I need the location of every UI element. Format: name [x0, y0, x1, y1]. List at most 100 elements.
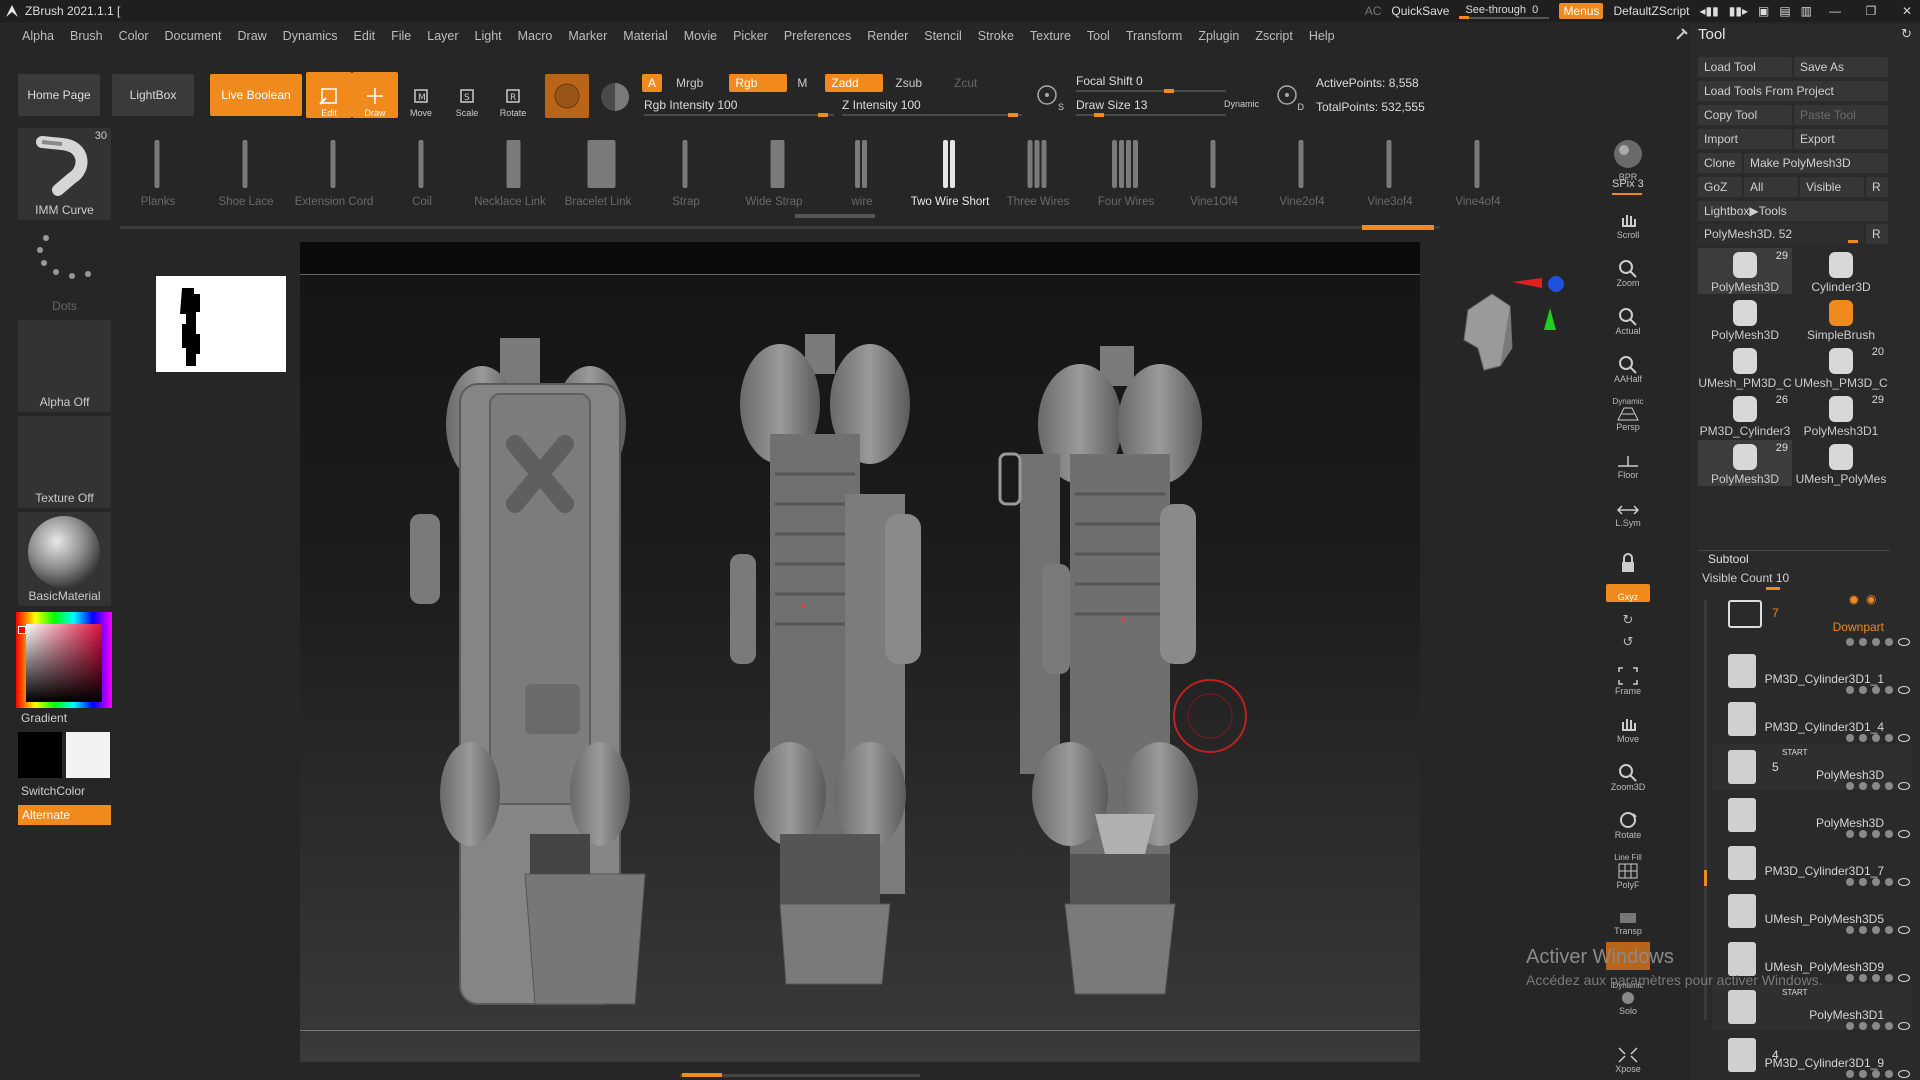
subtool-toggle-icon[interactable]: [1885, 1070, 1893, 1078]
tool-slider-r-button[interactable]: R: [1866, 224, 1888, 244]
zsub-toggle[interactable]: Zsub: [889, 74, 928, 92]
subtool-toggle-icon[interactable]: [1846, 1070, 1854, 1078]
primary-color-swatch[interactable]: [18, 732, 62, 778]
subtool-toggle-icon[interactable]: [1859, 974, 1867, 982]
brush-extension-cord[interactable]: Extension Cord: [291, 128, 377, 208]
menu-draw[interactable]: Draw: [230, 29, 275, 43]
load-tools-from-project-button[interactable]: Load Tools From Project: [1698, 81, 1888, 101]
visibility-eye-icon[interactable]: [1898, 830, 1910, 838]
brush-strap[interactable]: Strap: [643, 128, 729, 208]
subtool-toggle-icon[interactable]: [1872, 734, 1880, 742]
menu-macro[interactable]: Macro: [510, 29, 561, 43]
rotate-cw-button[interactable]: ↻: [1606, 606, 1650, 628]
arrow-right-icon[interactable]: ▮▮▸: [1729, 4, 1748, 18]
bpr-button[interactable]: BPR: [1606, 130, 1650, 182]
save-as-button[interactable]: Save As: [1794, 57, 1888, 77]
subtool-scroll-thumb[interactable]: [1704, 870, 1707, 886]
subtool-item[interactable]: 4 PM3D_Cylinder3D1_9: [1712, 1032, 1912, 1078]
polymesh-tool-slider[interactable]: PolyMesh3D. 52: [1698, 224, 1864, 244]
draw-size-slider[interactable]: Draw Size 13: [1076, 98, 1226, 117]
visibility-eye-icon[interactable]: [1898, 974, 1910, 982]
color-picker[interactable]: [16, 612, 112, 708]
brush-coil[interactable]: Coil: [379, 128, 465, 208]
subtool-toggle-icon[interactable]: [1846, 782, 1854, 790]
stroke-dots-button[interactable]: Dots: [18, 224, 111, 316]
subtool-toggle-icon[interactable]: [1885, 1022, 1893, 1030]
subtool-toggle-icon[interactable]: [1846, 1022, 1854, 1030]
subtool-toggle-icon[interactable]: [1885, 638, 1893, 646]
brush-vine4of4[interactable]: Vine4of4: [1435, 128, 1521, 208]
aahalf-button[interactable]: AAHalf: [1606, 344, 1650, 384]
subtool-toggle-icon[interactable]: [1885, 878, 1893, 886]
export-button[interactable]: Export: [1794, 129, 1888, 149]
alternate-button[interactable]: Alternate: [18, 805, 111, 825]
restore-icon[interactable]: ❐: [1858, 4, 1884, 18]
see-through-slider[interactable]: See-through 0: [1459, 3, 1550, 19]
subtool-toggle-icon[interactable]: [1872, 878, 1880, 886]
tool-thumb-pm3d-cylinder3[interactable]: 26 PM3D_Cylinder3: [1698, 392, 1792, 438]
subtool-toggle-icon[interactable]: [1859, 830, 1867, 838]
move-button[interactable]: M Move: [398, 72, 444, 118]
lightbox-tools-button[interactable]: Lightbox▶Tools: [1698, 201, 1888, 221]
menu-alpha[interactable]: Alpha: [14, 29, 62, 43]
subtool-toggle-icon[interactable]: [1859, 1022, 1867, 1030]
brush-strip-scroll-thumb[interactable]: [1362, 225, 1434, 230]
tool-thumb-cylinder3d[interactable]: Cylinder3D: [1794, 248, 1888, 294]
menu-picker[interactable]: Picker: [725, 29, 776, 43]
menus-button[interactable]: Menus: [1559, 3, 1604, 19]
brush-wide-strap[interactable]: Wide Strap: [731, 128, 817, 208]
subtool-item[interactable]: 5 START PolyMesh3D: [1712, 744, 1912, 790]
polyframe-button[interactable]: Line Fill PolyF: [1606, 848, 1650, 890]
rgb-toggle[interactable]: Rgb: [729, 74, 788, 92]
subtool-toggle-icon[interactable]: [1859, 686, 1867, 694]
menu-help[interactable]: Help: [1301, 29, 1343, 43]
menu-preferences[interactable]: Preferences: [776, 29, 859, 43]
secondary-color-swatch[interactable]: [66, 732, 110, 778]
subtool-toggle-icon[interactable]: [1885, 686, 1893, 694]
subtool-toggle-icon[interactable]: [1846, 974, 1854, 982]
subtool-item[interactable]: PM3D_Cylinder3D1_7: [1712, 840, 1912, 886]
import-button[interactable]: Import: [1698, 129, 1792, 149]
subtool-toggle-icon[interactable]: [1846, 830, 1854, 838]
subtool-item[interactable]: UMesh_PolyMesh3D5: [1712, 888, 1912, 934]
brush-three-wires[interactable]: Three Wires: [995, 128, 1081, 208]
edit-button[interactable]: Edit: [306, 72, 352, 118]
subtool-toggle-icon[interactable]: [1846, 686, 1854, 694]
subtool-toggle-icon[interactable]: [1885, 974, 1893, 982]
subtool-toggle-icon[interactable]: [1872, 1022, 1880, 1030]
frame-button[interactable]: Frame: [1606, 656, 1650, 696]
brush-vine2of4[interactable]: Vine2of4: [1259, 128, 1345, 208]
s-sculptris-button[interactable]: S: [1034, 82, 1064, 112]
tool-panel-title[interactable]: Tool: [1698, 26, 1726, 43]
color-sphere-icon[interactable]: [598, 80, 632, 114]
tool-thumb-umesh-pm3d-c[interactable]: UMesh_PM3D_C: [1698, 344, 1792, 390]
menu-marker[interactable]: Marker: [560, 29, 615, 43]
subtool-toggle-icon[interactable]: [1885, 926, 1893, 934]
d-dynamic-button[interactable]: D: [1274, 82, 1304, 112]
navigator-thumbnail[interactable]: [156, 276, 286, 372]
switch-color-button[interactable]: SwitchColor: [21, 784, 85, 798]
tool-thumb-umesh-polymes[interactable]: UMesh_PolyMes: [1794, 440, 1888, 486]
brush-strip-scrollbar[interactable]: [120, 226, 1440, 229]
layout-icon[interactable]: ▣: [1758, 4, 1769, 18]
menu-tool[interactable]: Tool: [1079, 29, 1118, 43]
rotate-3d-button[interactable]: Rotate: [1606, 800, 1650, 840]
brush-vine3of4[interactable]: Vine3of4: [1347, 128, 1433, 208]
all-button[interactable]: All: [1744, 177, 1798, 197]
floor-button[interactable]: Floor: [1606, 440, 1650, 480]
a-toggle[interactable]: A: [642, 74, 663, 92]
subtool-toggle-icon[interactable]: [1859, 1070, 1867, 1078]
mrgb-toggle[interactable]: Mrgb: [670, 74, 709, 92]
visibility-eye-icon[interactable]: [1898, 1070, 1910, 1078]
subtool-toggle-icon[interactable]: [1859, 638, 1867, 646]
minimize-icon[interactable]: —: [1822, 4, 1848, 18]
menu-file[interactable]: File: [383, 29, 419, 43]
subtool-toggle-icon[interactable]: [1885, 782, 1893, 790]
move-3d-button[interactable]: Move: [1606, 704, 1650, 744]
menu-texture[interactable]: Texture: [1022, 29, 1079, 43]
subtool-item[interactable]: PM3D_Cylinder3D1_4: [1712, 696, 1912, 742]
imm-curve-brush-button[interactable]: 30 IMM Curve: [18, 128, 111, 220]
lsym-button[interactable]: L.Sym: [1606, 488, 1650, 528]
close-icon[interactable]: ✕: [1894, 4, 1920, 18]
brush-necklace-link[interactable]: Necklace Link: [467, 128, 553, 208]
